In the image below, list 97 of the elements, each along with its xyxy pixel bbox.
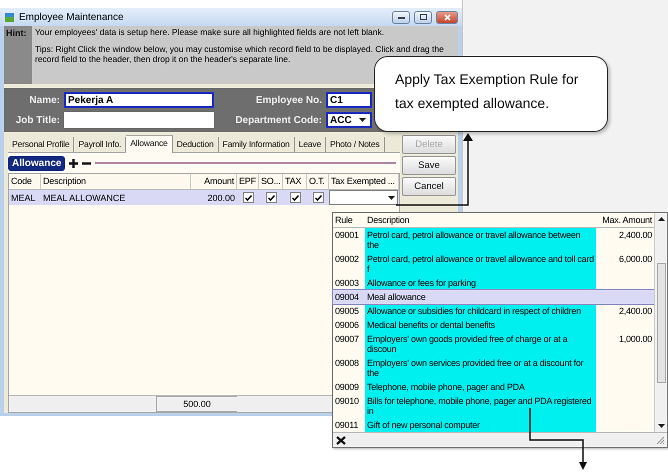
tab[interactable]: Allowance xyxy=(126,135,173,153)
rule-description: Employers' own goods provided free of charge or at a discoun xyxy=(365,332,596,356)
rule-code: 09005 xyxy=(334,305,360,318)
close-button[interactable] xyxy=(436,10,458,24)
list-row[interactable]: 09006 Medical benefits or dental benefits xyxy=(333,318,654,332)
rule-description: Bills for telephone, mobile phone, pager and PDA registered in xyxy=(365,394,596,418)
action-button[interactable]: Save xyxy=(402,156,456,175)
rule-description: Telephone, mobile phone, pager and PDA xyxy=(365,380,596,394)
hint-label: Hint: xyxy=(4,26,32,84)
rule-description: Allowance or fees for parking xyxy=(365,276,596,290)
list-row[interactable]: 09010 Bills for telephone, mobile phone, pager and PDA registered in xyxy=(333,394,654,418)
input-field[interactable]: C1 xyxy=(326,92,372,108)
column-header[interactable]: Description xyxy=(365,213,596,227)
list-row[interactable]: 09002 Petrol card, petrol allowance or travel allowance and toll card f 6,000.00 xyxy=(333,252,654,276)
hint-text: Your employees' data is setup here. Please make sure all highlighted fields are not left blank. xyxy=(35,27,386,37)
app-icon xyxy=(4,12,15,22)
close-icon[interactable] xyxy=(336,436,346,444)
rule-description: Petrol card, petrol allowance or travel allowance and toll card f xyxy=(365,252,596,276)
list-row[interactable]: 09007 Employers' own goods provided free of charge or at a discoun 1,000.00 xyxy=(333,332,654,356)
list-row[interactable]: 09001 Petrol card, petrol allowance or travel allowance between the 2,400.00 xyxy=(333,228,654,252)
field-label: Department Code: xyxy=(234,114,322,126)
rule-code: 09003 xyxy=(334,277,360,290)
column-header[interactable]: Amount xyxy=(191,174,237,189)
checkbox[interactable] xyxy=(266,192,276,203)
tab[interactable]: Photo / Notes xyxy=(326,137,385,152)
column-header[interactable]: TAX xyxy=(283,174,307,189)
select-field[interactable]: ACC xyxy=(326,112,372,128)
checkbox[interactable] xyxy=(290,192,300,203)
field-label: Job Title: xyxy=(14,114,60,126)
list-row[interactable]: 09011 Gift of new personal computer xyxy=(333,418,654,432)
list-row[interactable]: 09004 Meal allowance xyxy=(333,290,654,304)
tab[interactable]: Family Information xyxy=(218,137,295,152)
list-row[interactable]: 09008 Employers' own services provided free or at a discount for the xyxy=(333,356,654,380)
column-header[interactable]: EPF xyxy=(237,174,259,189)
rule-code: 09010 xyxy=(334,395,360,408)
hint-text: Tips: Right Click the window below, you may customise which record field to be displayed. Click and drag the record field to the header, then drop it on the header's separate line. xyxy=(35,44,445,64)
input-field[interactable] xyxy=(64,112,214,128)
max-amount: 1,000.00 xyxy=(618,333,653,346)
rule-code: 09001 xyxy=(334,229,360,242)
rule-code: 09008 xyxy=(334,357,360,370)
max-amount: 6,000.00 xyxy=(618,253,653,266)
checkbox[interactable] xyxy=(312,192,324,203)
input-field[interactable]: Pekerja A xyxy=(64,92,214,108)
dropdown-field[interactable] xyxy=(329,190,398,205)
remove-icon[interactable] xyxy=(82,162,92,164)
rule-code: 09002 xyxy=(334,253,360,266)
tab[interactable]: Personal Profile xyxy=(8,137,74,152)
rule-code: 09011 xyxy=(334,419,360,432)
callout-text: Apply Tax Exemption Rule for tax exempted allowance. xyxy=(395,70,580,113)
rule-description: Petrol card, petrol allowance or travel allowance between the xyxy=(365,228,596,252)
column-header[interactable]: O.T. xyxy=(307,174,329,189)
column-header[interactable]: Description xyxy=(41,174,191,189)
list-row[interactable]: 09003 Allowance or fees for parking xyxy=(333,276,654,290)
rule-code: 09009 xyxy=(334,381,360,394)
rule-description: Meal allowance xyxy=(366,291,427,304)
tab[interactable]: Deduction xyxy=(172,137,219,152)
scroll-down-icon[interactable] xyxy=(658,424,664,428)
max-amount: 2,400.00 xyxy=(618,229,653,242)
checkbox[interactable] xyxy=(242,192,254,203)
action-button[interactable]: Cancel xyxy=(402,177,456,196)
dropdown-caret-icon xyxy=(388,196,395,200)
column-header[interactable]: SO... xyxy=(259,174,283,189)
rule-code: 09007 xyxy=(334,333,360,346)
rule-code: 09004 xyxy=(334,291,360,304)
rule-description: Allowance or subsidies for childcard in respect of children xyxy=(365,304,596,318)
list-row[interactable]: 09005 Allowance or subsidies for childcard in respect of children 2,400.00 xyxy=(333,304,654,318)
scrollbar[interactable] xyxy=(654,213,667,432)
column-header[interactable]: Code xyxy=(9,174,41,189)
minimize-button[interactable] xyxy=(392,10,410,24)
table-cell-text: MEAL ALLOWANCE xyxy=(42,192,126,202)
tab[interactable]: Leave xyxy=(294,137,326,152)
list-row[interactable]: 09009 Telephone, mobile phone, pager and PDA xyxy=(333,380,654,394)
pointer-arrow xyxy=(527,408,587,470)
max-amount: 2,400.00 xyxy=(618,305,653,318)
table-cell-text: MEAL xyxy=(10,192,37,202)
rule-description: Medical benefits or dental benefits xyxy=(365,318,596,332)
dropdown-caret-icon xyxy=(359,118,366,122)
window-title: Employee Maintenance xyxy=(19,12,125,22)
total-amount: 500.00 xyxy=(156,396,237,412)
section-title: Allowance xyxy=(8,156,66,170)
rule-description: Gift of new personal computer xyxy=(365,418,596,432)
scroll-up-icon[interactable] xyxy=(658,217,664,221)
column-header[interactable]: Tax Exempted ... xyxy=(329,174,399,189)
field-label: Name: xyxy=(28,94,60,106)
add-icon[interactable] xyxy=(69,158,78,168)
minimize-icon xyxy=(398,16,404,18)
maximize-icon xyxy=(420,14,426,20)
table-row[interactable]: MEAL MEAL ALLOWANCE 200.00 xyxy=(9,190,399,205)
maximize-button[interactable] xyxy=(414,10,432,24)
resize-grip-icon[interactable] xyxy=(656,436,664,444)
field-label: Employee No. xyxy=(254,94,322,106)
close-icon xyxy=(444,14,450,20)
column-header[interactable]: Rule xyxy=(333,213,365,227)
column-header[interactable]: Max. Amount xyxy=(596,213,654,227)
rule-description: Employers' own services provided free or at a discount for the xyxy=(365,356,596,380)
rule-code: 09006 xyxy=(334,319,360,332)
table-cell-text: 200.00 xyxy=(206,192,236,202)
